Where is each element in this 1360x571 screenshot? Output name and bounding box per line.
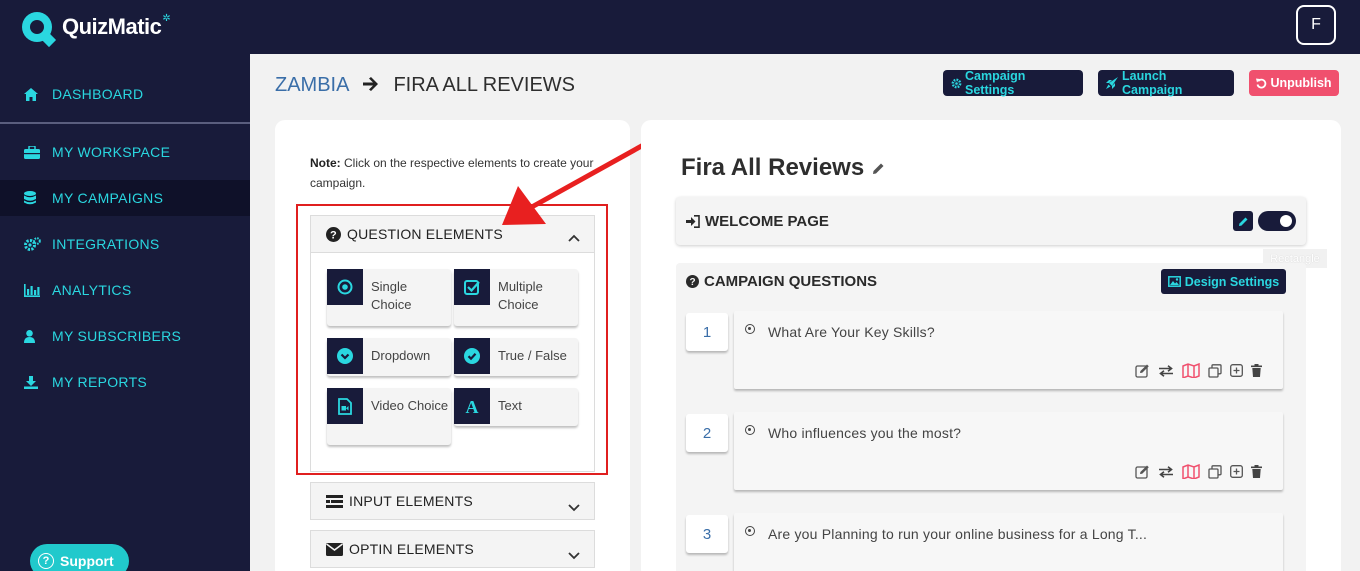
design-settings-button[interactable]: Design Settings: [1161, 269, 1286, 294]
download-icon: [24, 375, 46, 389]
rocket-icon: [1106, 77, 1118, 89]
app-logo[interactable]: QuizMatic ✲: [22, 12, 171, 48]
campaign-title-text: Fira All Reviews: [681, 154, 865, 181]
exchange-icon[interactable]: [1158, 465, 1174, 478]
radio-icon: [745, 324, 755, 334]
question-card[interactable]: Are you Planning to run your online busi…: [734, 513, 1283, 571]
user-icon: [24, 329, 46, 343]
optin-elements-label: OPTIN ELEMENTS: [349, 541, 474, 557]
list-icon: [326, 494, 343, 508]
breadcrumb-current: FIRA ALL REVIEWS: [393, 74, 575, 96]
pencil-icon: [1238, 217, 1247, 226]
welcome-page-row[interactable]: WELCOME PAGE: [676, 197, 1306, 245]
top-bar: QuizMatic ✲ F: [0, 0, 1360, 54]
sidebar-item-label: MY CAMPAIGNS: [52, 190, 164, 206]
design-settings-label: Design Settings: [1184, 274, 1280, 289]
welcome-page-label: WELCOME PAGE: [705, 212, 829, 230]
app-name: QuizMatic: [62, 14, 162, 39]
database-icon: [24, 191, 46, 205]
campaign-settings-button[interactable]: Campaign Settings: [943, 69, 1083, 97]
edit-icon[interactable]: [1135, 465, 1150, 479]
highlight-rectangle: [296, 204, 608, 475]
input-elements-label: INPUT ELEMENTS: [349, 493, 473, 509]
question-card[interactable]: Who influences you the most?: [734, 412, 1283, 490]
copy-icon[interactable]: [1208, 464, 1222, 479]
note-label: Note:: [310, 156, 341, 170]
sidebar-item-label: DASHBOARD: [52, 86, 144, 102]
sidebar-item-reports[interactable]: MY REPORTS: [0, 364, 250, 400]
copy-icon[interactable]: [1208, 363, 1222, 378]
sidebar-item-subscribers[interactable]: MY SUBSCRIBERS: [0, 318, 250, 354]
edit-welcome-button[interactable]: [1233, 211, 1253, 231]
sidebar-item-campaigns[interactable]: MY CAMPAIGNS: [0, 180, 250, 216]
envelope-icon: [326, 542, 343, 556]
undo-icon: [1256, 78, 1267, 89]
sidebar-item-workspace[interactable]: MY WORKSPACE: [0, 134, 250, 170]
user-avatar[interactable]: F: [1296, 5, 1336, 45]
pencil-icon[interactable]: [872, 162, 885, 175]
unpublish-label: Unpublish: [1270, 76, 1332, 90]
breadcrumb: ZAMBIA FIRA ALL REVIEWS: [275, 74, 575, 97]
question-text: Are you Planning to run your online busi…: [768, 526, 1148, 542]
exchange-icon[interactable]: [1158, 364, 1174, 377]
sidebar: DASHBOARD MY WORKSPACE MY CAMPAIGNS INTE…: [0, 54, 250, 571]
campaign-questions-header: ? CAMPAIGN QUESTIONS: [686, 273, 877, 290]
arrow-right-icon: [363, 74, 379, 97]
campaign-title: Fira All Reviews: [681, 154, 885, 182]
map-icon[interactable]: [1182, 464, 1200, 479]
campaign-questions-label: CAMPAIGN QUESTIONS: [704, 273, 878, 290]
map-icon[interactable]: [1182, 363, 1200, 378]
radio-icon: [745, 526, 755, 536]
campaign-settings-label: Campaign Settings: [965, 69, 1026, 97]
sidebar-item-label: MY REPORTS: [52, 374, 148, 390]
sign-in-icon: [686, 214, 700, 228]
gear-icon: [951, 78, 962, 89]
radio-icon: [745, 425, 755, 435]
sidebar-item-dashboard[interactable]: DASHBOARD: [0, 76, 250, 112]
logo-mark-icon: [22, 12, 57, 48]
question-card[interactable]: What Are Your Key Skills?: [734, 311, 1283, 389]
help-circle-icon: ?: [38, 553, 54, 569]
launch-campaign-button[interactable]: Launch Campaign: [1098, 69, 1234, 97]
support-button[interactable]: ? Support: [30, 544, 129, 571]
sidebar-item-label: ANALYTICS: [52, 282, 132, 298]
briefcase-icon: [24, 145, 46, 159]
sidebar-item-label: INTEGRATIONS: [52, 236, 160, 252]
sidebar-item-integrations[interactable]: INTEGRATIONS: [0, 226, 250, 262]
bar-chart-icon: [24, 283, 46, 297]
add-icon[interactable]: [1230, 465, 1243, 478]
question-number: 2: [686, 414, 728, 452]
trash-icon[interactable]: [1251, 465, 1262, 478]
optin-elements-header[interactable]: OPTIN ELEMENTS: [310, 530, 595, 568]
support-label: Support: [60, 553, 114, 569]
logo-gear-icon: ✲: [162, 12, 171, 24]
question-number: 1: [686, 313, 728, 351]
svg-text:?: ?: [689, 277, 695, 288]
launch-campaign-label: Launch Campaign: [1122, 69, 1183, 97]
unpublish-button[interactable]: Unpublish: [1249, 70, 1339, 96]
sidebar-item-label: MY SUBSCRIBERS: [52, 328, 182, 344]
add-icon[interactable]: [1230, 364, 1243, 377]
question-text: What Are Your Key Skills?: [768, 324, 935, 340]
sidebar-item-label: MY WORKSPACE: [52, 144, 171, 160]
breadcrumb-workspace-link[interactable]: ZAMBIA: [275, 74, 349, 97]
edit-icon[interactable]: [1135, 364, 1150, 378]
image-icon: [1167, 276, 1181, 287]
home-icon: [24, 87, 46, 101]
chevron-down-icon: [568, 547, 580, 563]
chevron-down-icon: [568, 499, 580, 515]
cogs-icon: [24, 237, 46, 251]
question-circle-icon: ?: [686, 275, 699, 288]
question-text: Who influences you the most?: [768, 425, 962, 441]
welcome-page-toggle[interactable]: [1258, 211, 1296, 231]
input-elements-header[interactable]: INPUT ELEMENTS: [310, 482, 595, 520]
trash-icon[interactable]: [1251, 364, 1262, 377]
sidebar-divider: [0, 122, 250, 124]
sidebar-item-analytics[interactable]: ANALYTICS: [0, 272, 250, 308]
question-number: 3: [686, 515, 728, 553]
question-tools: [1135, 464, 1262, 479]
question-tools: [1135, 363, 1262, 378]
